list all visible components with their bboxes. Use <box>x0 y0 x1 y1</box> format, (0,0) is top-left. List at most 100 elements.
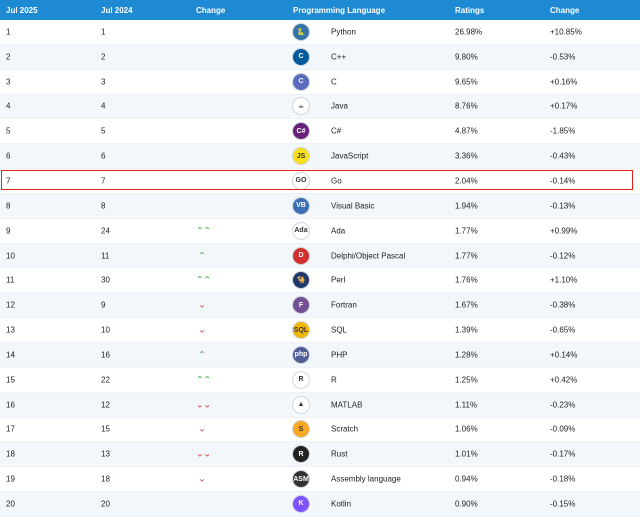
javascript-icon: JS <box>292 147 310 166</box>
table-row[interactable]: 11 30 ⌃⌃ 🐪 Perl 1.76% +1.10% <box>0 268 640 294</box>
rank-now: 14 <box>6 350 15 360</box>
rating-change: -0.14% <box>550 176 576 186</box>
rating-change: -1.85% <box>550 126 576 136</box>
rating-change: -0.13% <box>550 201 576 211</box>
rank-now: 4 <box>6 101 11 111</box>
language-name[interactable]: Python <box>331 27 356 36</box>
table-row[interactable]: 18 13 ⌄⌄ R Rust 1.01% -0.17% <box>0 442 640 468</box>
table-row[interactable]: 16 12 ⌄⌄ ▲ MATLAB 1.11% -0.23% <box>0 392 640 418</box>
rank-now: 8 <box>6 201 11 211</box>
php-icon: php <box>292 345 310 364</box>
rank-prev: 11 <box>101 251 110 261</box>
table-row[interactable]: 4 4 ☕ Java 8.76% +0.17% <box>0 94 640 120</box>
language-name[interactable]: Delphi/Object Pascal <box>331 251 405 260</box>
language-name[interactable]: Assembly language <box>331 475 401 484</box>
table-body: 1 1 🐍 Python 26.98% +10.85% 2 2 C C++ 9.80% -0.53% 3… <box>0 20 640 517</box>
language-name[interactable]: Go <box>331 176 342 185</box>
table-row[interactable]: 14 16 ⌃ php PHP 1.28% +0.14% <box>0 342 640 368</box>
trend-up-icon: ⌃⌃ <box>196 374 212 385</box>
header-ratings[interactable]: Ratings <box>455 6 484 15</box>
trend-up-icon: ⌃ <box>198 349 206 360</box>
language-name[interactable]: Fortran <box>331 301 357 310</box>
rank-prev: 9 <box>101 300 106 310</box>
rating-value: 1.77% <box>455 226 478 236</box>
table-row[interactable]: 5 5 C# C# 4.87% -1.85% <box>0 119 640 145</box>
rating-change: -0.38% <box>550 300 576 310</box>
rank-now: 9 <box>6 226 11 236</box>
language-name[interactable]: MATLAB <box>331 400 362 409</box>
table-row[interactable]: 1 1 🐍 Python 26.98% +10.85% <box>0 20 640 45</box>
rank-prev: 5 <box>101 126 106 136</box>
rank-now: 15 <box>6 375 15 385</box>
rank-prev: 4 <box>101 101 106 111</box>
rating-change: +0.42% <box>550 375 578 385</box>
kotlin-icon: K <box>292 494 310 513</box>
table-row[interactable]: 3 3 C C 9.65% +0.16% <box>0 70 640 95</box>
rating-change: -0.23% <box>550 400 576 410</box>
language-name[interactable]: Kotlin <box>331 499 351 508</box>
language-name[interactable]: Visual Basic <box>331 201 374 210</box>
language-name[interactable]: PHP <box>331 350 347 359</box>
table-row[interactable]: 6 6 JS JavaScript 3.36% -0.43% <box>0 144 640 170</box>
visual-basic-icon: VB <box>292 196 310 215</box>
language-name[interactable]: C# <box>331 127 341 136</box>
rank-prev: 1 <box>101 27 106 37</box>
rank-now: 19 <box>6 474 15 484</box>
table-row[interactable]: 9 24 ⌃⌃ Ada Ada 1.77% +0.99% <box>0 219 640 244</box>
header-language[interactable]: Programming Language <box>293 6 385 15</box>
rank-now: 3 <box>6 77 11 87</box>
language-name[interactable]: Ada <box>331 226 345 235</box>
header-delta[interactable]: Change <box>550 6 579 15</box>
table-row[interactable]: 19 18 ⌄ ASM Assembly language 0.94% -0.18% <box>0 467 640 493</box>
header-rank-prev[interactable]: Jul 2024 <box>101 6 133 15</box>
trend-down-icon: ⌄ <box>198 299 206 310</box>
rating-change: -0.65% <box>550 325 576 335</box>
rating-value: 1.94% <box>455 201 478 211</box>
rating-value: 1.39% <box>455 325 478 335</box>
table-row[interactable]: 17 15 ⌄ S Scratch 1.06% -0.09% <box>0 418 640 443</box>
rating-change: -0.53% <box>550 52 576 62</box>
perl-icon: 🐪 <box>292 271 310 290</box>
trend-down-icon: ⌄⌄ <box>196 448 212 459</box>
language-name[interactable]: Scratch <box>331 425 358 434</box>
language-name[interactable]: R <box>331 375 337 384</box>
rating-change: +0.14% <box>550 350 578 360</box>
rust-icon: R <box>292 445 310 464</box>
language-name[interactable]: C <box>331 77 337 86</box>
trend-up-icon: ⌃ <box>198 250 206 261</box>
trend-down-icon: ⌄ <box>198 324 206 335</box>
rank-now: 16 <box>6 400 15 410</box>
rank-now: 18 <box>6 449 15 459</box>
language-name[interactable]: SQL <box>331 326 347 335</box>
trend-down-icon: ⌄ <box>198 473 206 484</box>
c-icon: C <box>292 72 310 91</box>
trend-up-icon: ⌃⌃ <box>196 274 212 285</box>
header-change[interactable]: Change <box>196 6 225 15</box>
table-row[interactable]: 10 11 ⌃ D Delphi/Object Pascal 1.77% -0.12% <box>0 243 640 269</box>
go-icon: GO <box>292 171 310 190</box>
table-row[interactable]: 15 22 ⌃⌃ R R 1.25% +0.42% <box>0 368 640 393</box>
rank-prev: 15 <box>101 424 110 434</box>
rating-value: 26.98% <box>455 27 483 37</box>
language-name[interactable]: Rust <box>331 450 347 459</box>
table-row[interactable]: 7 7 GO Go 2.04% -0.14% <box>0 169 640 194</box>
rating-change: +0.99% <box>550 226 578 236</box>
rating-value: 3.36% <box>455 151 478 161</box>
rank-now: 12 <box>6 300 15 310</box>
language-name[interactable]: JavaScript <box>331 152 368 161</box>
rating-value: 4.87% <box>455 126 478 136</box>
table-row[interactable]: 12 9 ⌄ F Fortran 1.67% -0.38% <box>0 293 640 319</box>
language-name[interactable]: C++ <box>331 52 346 61</box>
table-header: Jul 2025 Jul 2024 Change Programming Lan… <box>0 0 640 20</box>
table-row[interactable]: 2 2 C C++ 9.80% -0.53% <box>0 44 640 70</box>
table-row[interactable]: 20 20 K Kotlin 0.90% -0.15% <box>0 492 640 517</box>
tiobe-ranking-table: Jul 2025 Jul 2024 Change Programming Lan… <box>0 0 640 517</box>
rating-value: 2.04% <box>455 176 478 186</box>
header-rank-now[interactable]: Jul 2025 <box>6 6 38 15</box>
table-row[interactable]: 8 8 VB Visual Basic 1.94% -0.13% <box>0 193 640 219</box>
language-name[interactable]: Perl <box>331 276 345 285</box>
language-name[interactable]: Java <box>331 102 348 111</box>
ada-icon: Ada <box>292 221 310 240</box>
rating-change: +0.17% <box>550 101 578 111</box>
table-row[interactable]: 13 10 ⌄ SQL SQL 1.39% -0.65% <box>0 318 640 343</box>
